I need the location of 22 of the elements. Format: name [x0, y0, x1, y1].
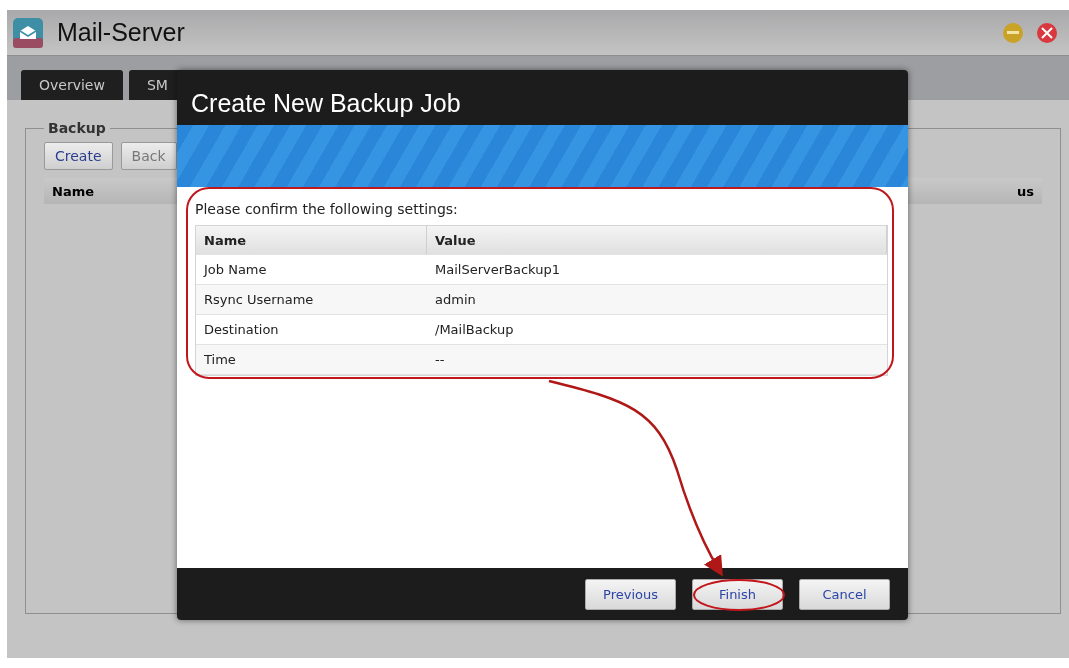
toolbar-button[interactable]: Create [44, 142, 113, 170]
mail-app-icon [13, 17, 43, 48]
table-cell-text: admin [434, 291, 477, 309]
close-button[interactable] [1037, 22, 1057, 43]
tab[interactable]: Overview [21, 70, 123, 100]
table-cell-text: -- [434, 351, 446, 369]
confirm-prompt: Please confirm the following settings: [195, 201, 459, 217]
table-cell-text: Job Name [202, 261, 268, 279]
window-title: Mail-Server [57, 18, 186, 47]
table-cell-text: Destination [203, 321, 280, 339]
column-header: Name [52, 183, 94, 199]
column-header: Name [196, 226, 427, 254]
column-header: us [1017, 183, 1034, 199]
column-header: Value [427, 226, 887, 254]
dialog-title: Create New Backup Job [191, 89, 461, 118]
table-cell-text: Rsync Username [203, 291, 315, 309]
group-legend: Backup [44, 120, 110, 136]
table-cell-text: /MailBackup [434, 321, 515, 339]
table-cell-text: Time [203, 351, 237, 369]
dialog-button[interactable]: Previous [585, 578, 676, 610]
table-cell-text: MailServerBackup1 [434, 261, 561, 279]
dialog-button[interactable]: Cancel [799, 578, 890, 610]
